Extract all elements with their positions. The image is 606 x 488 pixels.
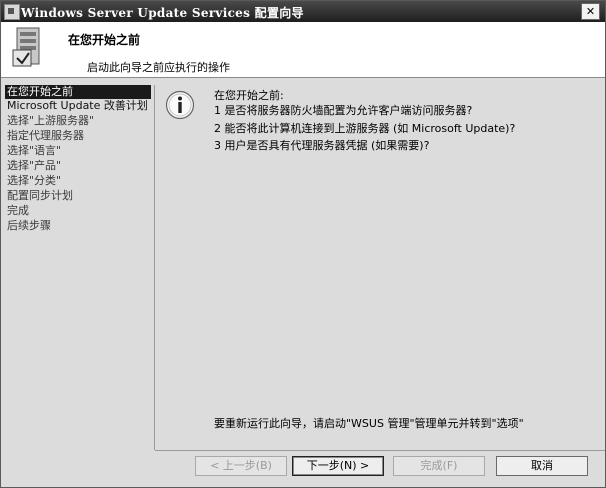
window-title: Windows Server Update Services 配置向导 [21, 6, 304, 20]
requirement-upstream: 2 能否将此计算机连接到上游服务器 (如 Microsoft Update)? [214, 122, 516, 135]
header-subtitle: 启动此向导之前应执行的操作 [87, 61, 230, 74]
wizard-window: Windows Server Update Services 配置向导 ✕ 在您… [0, 0, 606, 488]
next-button[interactable]: 下一步(N) > [292, 456, 384, 476]
header-title: 在您开始之前 [68, 33, 141, 47]
app-icon [4, 4, 20, 20]
nav-item-before-you-begin[interactable]: 在您开始之前 [5, 85, 151, 99]
title-bar[interactable]: Windows Server Update Services 配置向导 ✕ [1, 1, 605, 22]
rerun-note: 要重新运行此向导，请启动"WSUS 管理"管理单元并转到"选项" [214, 417, 524, 430]
nav-item-proxy-server[interactable]: 指定代理服务器 [5, 129, 86, 143]
close-button[interactable]: ✕ [581, 3, 600, 20]
cancel-button[interactable]: 取消 [496, 456, 588, 476]
wizard-server-icon [12, 27, 40, 67]
wizard-header: 在您开始之前 启动此向导之前应执行的操作 [1, 22, 605, 78]
finish-button[interactable]: 完成(F) [393, 456, 485, 476]
nav-item-whats-next[interactable]: 后续步骤 [5, 219, 53, 233]
wizard-steps-nav: 在您开始之前 Microsoft Update 改善计划 选择"上游服务器" 指… [1, 85, 153, 487]
button-bar: < 上一步(B) 下一步(N) > 完成(F) 取消 [155, 450, 605, 487]
requirement-proxy: 3 用户是否具有代理服务器凭据 (如果需要)? [214, 139, 430, 152]
back-button[interactable]: < 上一步(B) [195, 456, 287, 476]
requirement-firewall: 1 是否将服务器防火墙配置为允许客户端访问服务器? [214, 104, 473, 117]
nav-item-products[interactable]: 选择"产品" [5, 159, 63, 173]
nav-item-finished[interactable]: 完成 [5, 204, 31, 218]
nav-item-upstream-server[interactable]: 选择"上游服务器" [5, 114, 96, 128]
intro-text: 在您开始之前: [214, 89, 284, 102]
nav-item-languages[interactable]: 选择"语言" [5, 144, 63, 158]
nav-item-sync-schedule[interactable]: 配置同步计划 [5, 189, 75, 203]
content-panel: 在您开始之前: 1 是否将服务器防火墙配置为允许客户端访问服务器? 2 能否将此… [155, 85, 605, 450]
nav-item-classifications[interactable]: 选择"分类" [5, 174, 63, 188]
nav-item-improvement-program[interactable]: Microsoft Update 改善计划 [5, 99, 150, 113]
info-icon [165, 90, 195, 120]
